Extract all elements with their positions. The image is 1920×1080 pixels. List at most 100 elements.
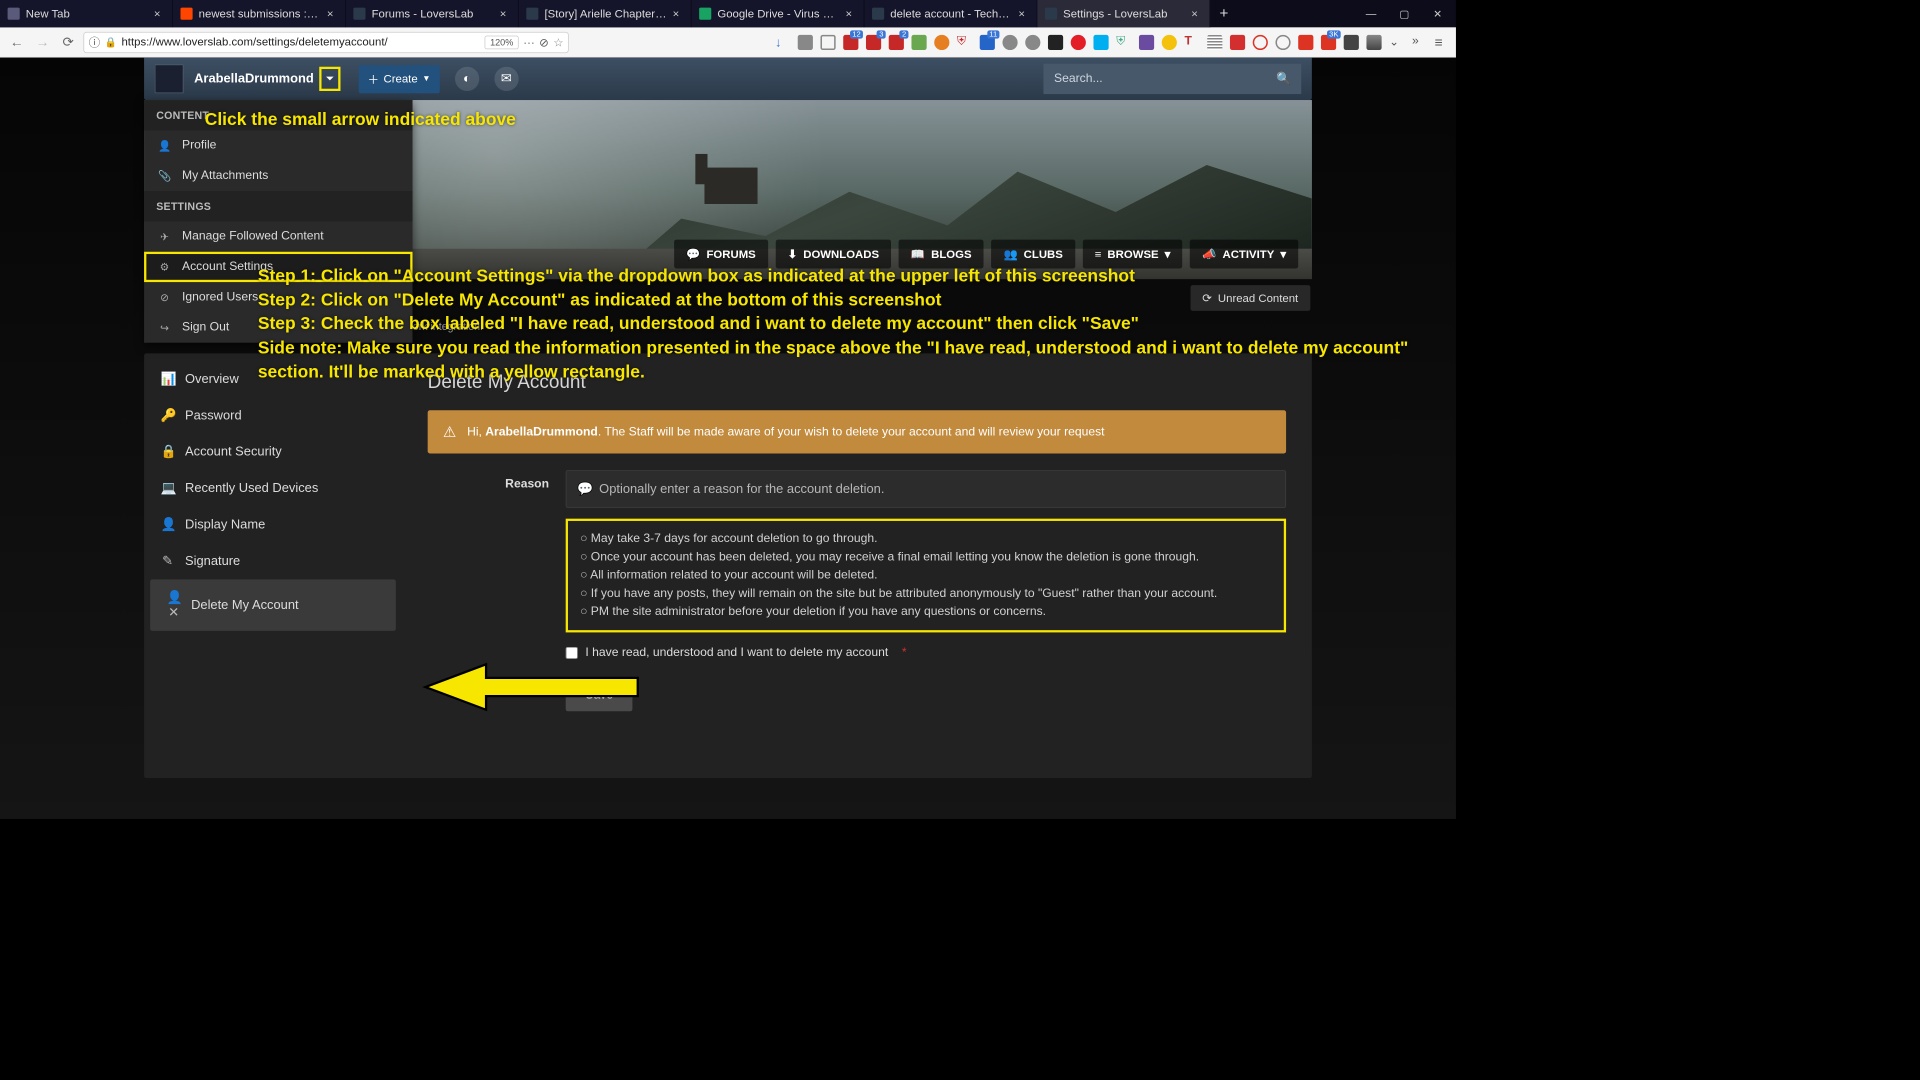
window-close[interactable]: ✕ [1421,0,1454,27]
site-info-icon[interactable]: ⓘ [89,34,100,50]
addon-yt[interactable] [1298,35,1313,50]
annotation-arrow [418,649,645,740]
gear-icon: ⚙ [158,260,172,273]
settings-devices[interactable]: 💻Recently Used Devices [144,470,402,506]
addon-purple[interactable] [1139,35,1154,50]
settings-delete-account[interactable]: 👤✕Delete My Account [150,579,396,631]
favicon [1045,8,1057,20]
addon-stripes[interactable] [1207,35,1222,50]
download-icon[interactable]: ↓ [775,35,790,50]
browser-tab[interactable]: newest submissions : reddit.co × [173,0,346,27]
tab-close-icon[interactable]: × [500,7,511,20]
addon-shield-2[interactable]: ⛨ [1116,35,1131,50]
site-topbar: ArabellaDrummond ＋ Create ▼ ◐ ✉ 🔍 [144,58,1312,100]
tab-title: Google Drive - Virus scan warn [717,7,839,20]
tab-close-icon[interactable]: × [327,7,338,20]
addon-blue[interactable] [980,35,995,50]
tab-title: [Story] Arielle Chapter 18 - Sho [544,7,666,20]
url-bar[interactable]: ⓘ 🔒 https://www.loverslab.com/settings/d… [83,31,568,52]
addon-circle[interactable] [1275,35,1290,50]
messages-icon[interactable]: ✉ [494,67,518,91]
tab-title: newest submissions : reddit.co [199,7,321,20]
settings-displayname[interactable]: 👤Display Name [144,507,402,543]
window-titlebar: New Tab×newest submissions : reddit.co×F… [0,0,1456,27]
browser-tab[interactable]: delete account - Technical Sup× [864,0,1037,27]
bookmark-icon[interactable]: ☆ [553,35,563,49]
browser-tab[interactable]: New Tab× [0,0,173,27]
addon-red-2[interactable] [866,35,881,50]
settings-signature[interactable]: ✎Signature [144,543,402,579]
settings-security[interactable]: 🔒Account Security [144,434,402,470]
site-search: 🔍 [1043,64,1301,94]
signout-icon: ↪ [158,321,172,334]
nav-reload[interactable]: ⟳ [58,31,79,52]
addon-t[interactable]: T [1184,35,1199,50]
tab-close-icon[interactable]: × [154,7,165,20]
settings-card: 📊Overview 🔑Password 🔒Account Security 💻R… [144,353,1312,778]
browser-tab[interactable]: Settings - LoversLab× [1037,0,1210,27]
search-button[interactable]: 🔍 [1266,64,1301,94]
addon-dark[interactable] [1048,35,1063,50]
favicon [180,8,192,20]
reason-input[interactable]: 💬Optionally enter a reason for the accou… [566,470,1286,508]
addon-red-count[interactable] [1321,35,1336,50]
info-item: PM the site administrator before your de… [580,603,1272,621]
addon-last[interactable] [1344,35,1359,50]
addon-orange[interactable] [934,35,949,50]
addon-opera[interactable] [1071,35,1086,50]
addon-red-sq[interactable] [1230,35,1245,50]
addon-red-1[interactable] [843,35,858,50]
reader-icon[interactable]: ⋯ [523,35,534,49]
sidebar-icon[interactable] [820,35,835,50]
userx-icon: 👤✕ [167,590,181,620]
lock-icon: 🔒 [161,444,175,459]
avatar[interactable] [155,64,184,93]
addon-target[interactable] [1253,35,1268,50]
addon-red-3[interactable] [889,35,904,50]
username-link[interactable]: ArabellaDrummond [194,71,314,86]
overflow-icon[interactable]: ⌄ [1389,35,1404,50]
tab-close-icon[interactable]: × [673,7,684,20]
dropdown-profile[interactable]: 👤Profile [144,130,412,160]
laptop-icon: 💻 [161,481,175,496]
settings-password[interactable]: 🔑Password [144,397,402,433]
nav-forward[interactable]: → [32,31,53,52]
warning-icon: ⚠ [443,422,457,441]
app-menu[interactable]: ≡ [1435,35,1450,50]
extensions-overflow[interactable]: » [1412,35,1427,50]
page-viewport: ArabellaDrummond ＋ Create ▼ ◐ ✉ 🔍 CONTEN… [0,58,1456,819]
notifications-icon[interactable]: ◐ [455,67,479,91]
alert-banner: ⚠ Hi, ArabellaDrummond. The Staff will b… [428,410,1286,453]
create-button[interactable]: ＋ Create ▼ [358,65,439,93]
nav-back[interactable]: ← [6,31,27,52]
browser-tab[interactable]: [Story] Arielle Chapter 18 - Sho × [519,0,692,27]
favicon [699,8,711,20]
search-input[interactable] [1043,72,1266,86]
library-icon[interactable] [798,35,813,50]
tab-title: Forums - LoversLab [372,7,494,20]
addon-grey-1[interactable] [1002,35,1017,50]
dropdown-attachments[interactable]: 📎My Attachments [144,161,412,191]
create-label: Create [384,72,418,85]
window-maximize[interactable]: ▢ [1388,0,1421,27]
zoom-badge[interactable]: 120% [485,35,519,49]
addon-px[interactable] [1366,35,1381,50]
info-item: If you have any posts, they will remain … [580,585,1272,603]
dropdown-followed[interactable]: ✈Manage Followed Content [144,221,412,251]
chevron-down-icon: ▼ [422,74,430,83]
addon-yellow[interactable] [1162,35,1177,50]
browser-tab[interactable]: Google Drive - Virus scan warn × [692,0,865,27]
addon-grey-2[interactable] [1025,35,1040,50]
addon-skype[interactable] [1093,35,1108,50]
tracking-icon[interactable]: ⊘ [539,35,549,49]
tab-close-icon[interactable]: × [846,7,857,20]
window-minimize[interactable]: — [1354,0,1387,27]
tab-close-icon[interactable]: × [1018,7,1029,20]
tab-close-icon[interactable]: × [1191,7,1202,20]
annotation-arrow-label: Click the small arrow indicated above [205,108,516,132]
addon-green[interactable] [911,35,926,50]
browser-tab[interactable]: Forums - LoversLab × [346,0,519,27]
user-menu-toggle[interactable] [319,67,340,91]
new-tab-button[interactable]: + [1210,0,1237,27]
addon-shield[interactable]: ⛨ [957,35,972,50]
